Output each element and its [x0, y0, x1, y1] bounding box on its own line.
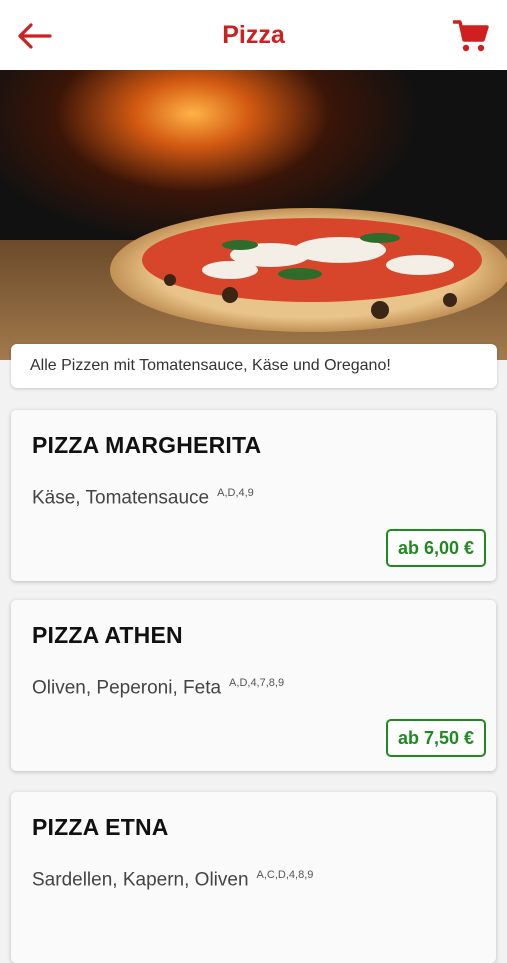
category-note: Alle Pizzen mit Tomatensauce, Käse und O…	[11, 344, 497, 388]
menu-item-card[interactable]: PIZZA ETNA Sardellen, Kapern, Oliven A,C,…	[11, 792, 496, 963]
menu-item-card[interactable]: PIZZA ATHEN Oliven, Peperoni, Feta A,D,4,…	[11, 600, 496, 771]
arrow-left-icon[interactable]	[14, 20, 54, 52]
app-header: Pizza	[0, 0, 507, 70]
item-ingredients: Sardellen, Kapern, Oliven	[32, 869, 249, 891]
item-ingredients: Käse, Tomatensauce	[32, 487, 210, 509]
menu-item-card[interactable]: PIZZA MARGHERITA Käse, Tomatensauce A,D,4…	[11, 410, 496, 581]
item-description: Oliven, Peperoni, Feta A,D,4,7,8,9	[32, 677, 284, 699]
item-description: Käse, Tomatensauce A,D,4,9	[32, 487, 254, 509]
item-name: PIZZA ATHEN	[32, 622, 183, 648]
category-hero-image	[0, 70, 507, 360]
item-allergens: A,D,4,7,8,9	[229, 677, 285, 689]
item-allergens: A,D,4,9	[217, 487, 254, 499]
item-name: PIZZA ETNA	[32, 814, 169, 840]
page-title: Pizza	[222, 20, 285, 49]
item-name: PIZZA MARGHERITA	[32, 432, 262, 458]
price-button[interactable]: ab 6,00 €	[385, 529, 486, 567]
pizza-photo	[0, 70, 507, 360]
item-allergens: A,C,D,4,8,9	[256, 869, 314, 881]
item-description: Sardellen, Kapern, Oliven A,C,D,4,8,9	[32, 869, 313, 891]
item-ingredients: Oliven, Peperoni, Feta	[32, 677, 222, 699]
price-button[interactable]: ab 7,50 €	[385, 719, 486, 757]
shopping-cart-icon[interactable]	[453, 18, 489, 54]
